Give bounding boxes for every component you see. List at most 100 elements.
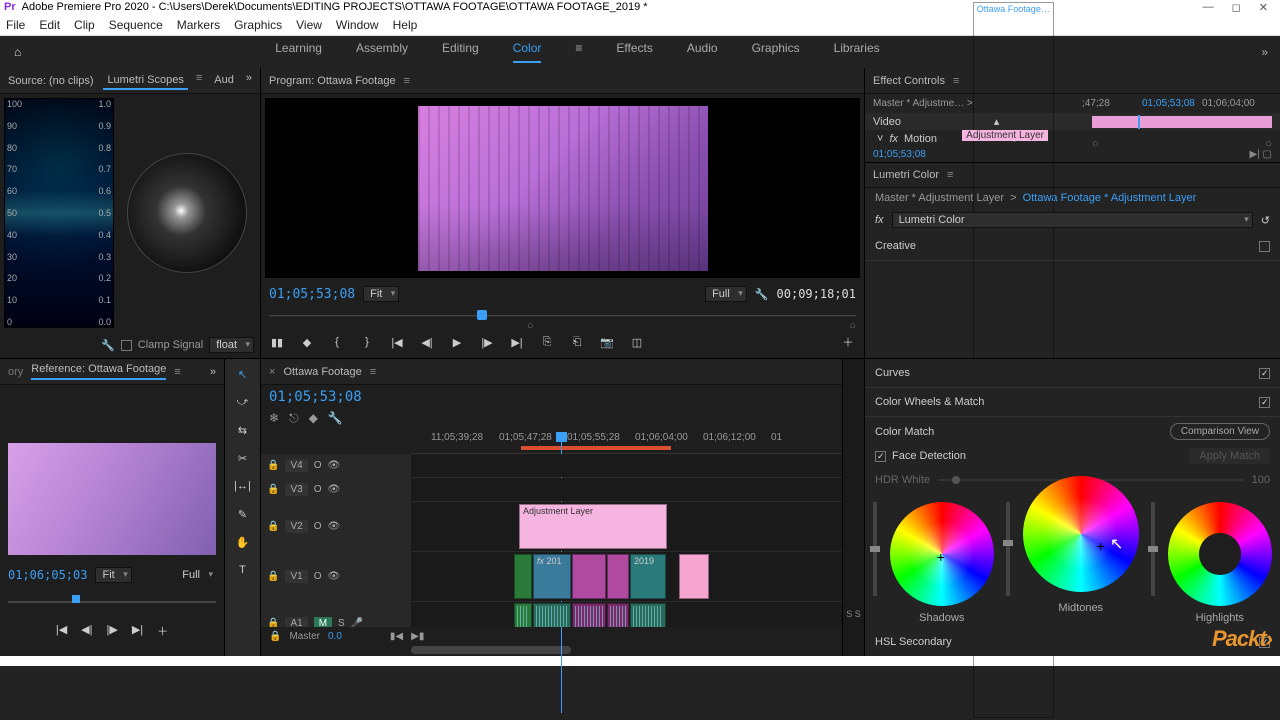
- apply-match-button[interactable]: Apply Match: [1189, 448, 1270, 464]
- pen-tool-icon[interactable]: ✎: [234, 505, 252, 523]
- ref-fit-dropdown[interactable]: Fit: [95, 567, 131, 583]
- mic-icon[interactable]: 🎤: [351, 618, 363, 627]
- lock-icon[interactable]: 🔒: [267, 618, 279, 627]
- menu-view[interactable]: View: [296, 18, 322, 32]
- marker-tool-icon[interactable]: ◆: [309, 411, 318, 426]
- timeline-ruler[interactable]: 11;05;39;28 01;05;47;28 01;05;55;28 01;0…: [411, 432, 842, 454]
- ref-step-back-icon[interactable]: ◀|: [81, 623, 92, 639]
- ws-audio[interactable]: Audio: [687, 41, 718, 63]
- clip[interactable]: [514, 554, 532, 599]
- motion-label[interactable]: Motion: [904, 133, 937, 145]
- compare-icon[interactable]: ◫: [629, 334, 645, 350]
- snap-icon[interactable]: ❄: [269, 411, 279, 426]
- reference-timecode[interactable]: 01;06;05;03: [8, 568, 87, 582]
- camera-icon[interactable]: 📷: [599, 334, 615, 350]
- ec-timecode[interactable]: 01;05;53;08: [873, 149, 926, 160]
- lock-icon[interactable]: 🔒: [267, 460, 279, 471]
- sec-curves[interactable]: Curves: [875, 367, 910, 379]
- program-fit-dropdown[interactable]: Fit: [363, 286, 399, 302]
- minimize-button[interactable]: —: [1203, 1, 1214, 14]
- ws-libraries[interactable]: Libraries: [834, 41, 880, 63]
- lumetri-reset-icon[interactable]: ↺: [1261, 214, 1270, 227]
- fx-badge-icon[interactable]: fx: [889, 133, 898, 145]
- menu-clip[interactable]: Clip: [74, 18, 95, 32]
- slip-tool-icon[interactable]: |↔|: [234, 477, 252, 495]
- ws-assembly[interactable]: Assembly: [356, 41, 408, 63]
- ref-gang-icon[interactable]: ＋: [157, 623, 168, 639]
- ripple-tool-icon[interactable]: ⇆: [234, 421, 252, 439]
- program-menu-icon[interactable]: ≡: [404, 75, 410, 87]
- face-detection-checkbox[interactable]: [875, 451, 886, 462]
- midtones-luma-slider[interactable]: [1006, 502, 1010, 596]
- clip[interactable]: [572, 554, 606, 599]
- ref-full-dropdown[interactable]: Full: [176, 568, 216, 582]
- lock-icon[interactable]: 🔒: [269, 631, 281, 642]
- track-select-tool-icon[interactable]: ⤻: [234, 393, 252, 411]
- audio-clip[interactable]: [533, 603, 571, 627]
- ref-goto-in-icon[interactable]: |◀: [56, 623, 67, 639]
- sec-wheels[interactable]: Color Wheels & Match: [875, 396, 984, 408]
- eye-icon[interactable]: 👁: [327, 460, 340, 471]
- lumetri-fx-dropdown[interactable]: Lumetri Color: [892, 212, 1253, 228]
- next-keyframe-icon[interactable]: ▶▮: [411, 631, 424, 642]
- menu-edit[interactable]: Edit: [39, 18, 60, 32]
- sec-creative[interactable]: Creative: [875, 240, 916, 252]
- scopes-menu-icon[interactable]: ≡: [196, 72, 202, 90]
- reference-title[interactable]: Reference: Ottawa Footage: [31, 363, 166, 380]
- audio-clip[interactable]: [514, 603, 532, 627]
- tl-menu-icon[interactable]: ≡: [370, 366, 376, 378]
- eye-icon[interactable]: 👁: [327, 521, 340, 532]
- eye-icon[interactable]: 👁: [327, 571, 340, 582]
- menu-markers[interactable]: Markers: [177, 18, 220, 32]
- sec-hsl[interactable]: HSL Secondary: [875, 636, 952, 648]
- midtones-wheel[interactable]: +: [1023, 476, 1139, 592]
- lock-icon[interactable]: 🔒: [267, 484, 279, 495]
- step-back-icon[interactable]: ◀|: [419, 334, 435, 350]
- ws-effects[interactable]: Effects: [616, 41, 652, 63]
- type-tool-icon[interactable]: T: [234, 561, 252, 579]
- link-icon[interactable]: ⎋: [289, 411, 299, 426]
- h-scrollbar[interactable]: [411, 646, 571, 654]
- ws-overflow-icon[interactable]: »: [1261, 45, 1280, 59]
- ref-ory-tab[interactable]: ory: [8, 366, 23, 378]
- ws-editing[interactable]: Editing: [442, 41, 479, 63]
- goto-out-icon[interactable]: ▶|: [509, 334, 525, 350]
- ws-color-menu-icon[interactable]: ≡: [575, 41, 582, 63]
- menu-sequence[interactable]: Sequence: [109, 18, 163, 32]
- shadows-wheel[interactable]: +: [890, 502, 994, 606]
- ref-goto-out-icon[interactable]: ▶|: [132, 623, 143, 639]
- ws-color[interactable]: Color: [513, 41, 542, 63]
- tab-aud[interactable]: Aud: [210, 72, 238, 90]
- razor-tool-icon[interactable]: ✂: [234, 449, 252, 467]
- mark-in-icon[interactable]: ◆: [299, 334, 315, 350]
- timeline-title[interactable]: Ottawa Footage: [283, 366, 361, 378]
- ec-menu-icon[interactable]: ≡: [953, 75, 959, 87]
- out-icon[interactable]: }: [359, 334, 375, 350]
- reference-scrubber[interactable]: [8, 595, 216, 609]
- tab-lumetri-scopes[interactable]: Lumetri Scopes: [103, 72, 187, 90]
- clip-adjustment[interactable]: Adjustment Layer: [519, 504, 667, 549]
- ref-overflow-icon[interactable]: »: [210, 366, 216, 378]
- clip[interactable]: fx 201: [533, 554, 571, 599]
- marker-icon[interactable]: ▮▮: [269, 334, 285, 350]
- ws-learning[interactable]: Learning: [275, 41, 322, 63]
- ref-step-fwd-icon[interactable]: |▶: [107, 623, 118, 639]
- lock-icon[interactable]: 🔒: [267, 521, 279, 532]
- clip[interactable]: [607, 554, 629, 599]
- lock-icon[interactable]: 🔒: [267, 571, 279, 582]
- settings-icon[interactable]: 🔧: [755, 288, 769, 301]
- menu-window[interactable]: Window: [336, 18, 379, 32]
- program-viewer[interactable]: [265, 98, 860, 278]
- audio-clip[interactable]: [630, 603, 666, 627]
- home-icon[interactable]: ⌂: [0, 45, 35, 59]
- close-button[interactable]: ✕: [1259, 1, 1268, 14]
- prev-keyframe-icon[interactable]: ▮◀: [390, 631, 403, 642]
- scopes-overflow-icon[interactable]: »: [246, 72, 252, 90]
- audio-clip[interactable]: [572, 603, 606, 627]
- add-button-icon[interactable]: ＋: [840, 334, 856, 350]
- play-icon[interactable]: ▶: [449, 334, 465, 350]
- in-icon[interactable]: {: [329, 334, 345, 350]
- menu-graphics[interactable]: Graphics: [234, 18, 282, 32]
- program-timecode[interactable]: 01;05;53;08: [269, 287, 355, 302]
- step-fwd-icon[interactable]: |▶: [479, 334, 495, 350]
